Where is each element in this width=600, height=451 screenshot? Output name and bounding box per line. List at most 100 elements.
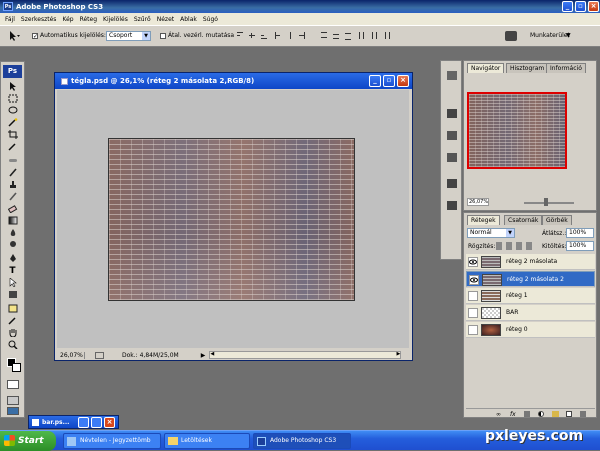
distribute-right-icon[interactable] [382, 31, 390, 40]
tab-curves[interactable]: Görbék [542, 215, 572, 225]
navigator-slider-thumb[interactable] [544, 198, 548, 206]
shape-tool-icon[interactable] [7, 290, 18, 299]
zoom-tool-icon[interactable] [7, 340, 18, 349]
screen-mode-icon[interactable] [7, 396, 19, 405]
pen-tool-icon[interactable] [7, 254, 18, 263]
history-panel-icon[interactable] [447, 153, 457, 162]
quick-mask-icon[interactable] [7, 380, 19, 389]
scroll-right-icon[interactable]: ▶ [396, 351, 400, 357]
distribute-hcenter-icon[interactable] [370, 31, 378, 40]
fill-field[interactable]: 100% [566, 241, 594, 251]
paragraph-panel-icon[interactable] [447, 201, 457, 210]
menu-view[interactable]: Nézet [157, 16, 174, 23]
horizontal-scrollbar[interactable]: ◀ ▶ [209, 351, 402, 359]
eyedropper-sample-tool-icon[interactable] [7, 316, 18, 325]
close-button[interactable]: × [588, 1, 599, 12]
layer-row-selected[interactable]: réteg 2 másolata 2 [466, 271, 595, 287]
document-title-bar[interactable]: tégla.psd @ 26,1% (réteg 2 másolata 2,RG… [55, 73, 412, 89]
navigator-zoom-slider[interactable] [524, 202, 574, 204]
transform-controls-checkbox[interactable] [160, 33, 166, 39]
task-downloads[interactable]: Letöltések [164, 433, 250, 449]
brick-wall-image[interactable] [108, 138, 355, 301]
brush-tool-icon[interactable] [7, 168, 18, 177]
align-top-icon[interactable] [236, 31, 244, 40]
layer-style-icon[interactable]: fx [510, 411, 516, 418]
doc-close-button[interactable]: × [397, 75, 409, 87]
navigator-thumbnail[interactable] [467, 92, 567, 169]
visibility-toggle[interactable] [468, 325, 478, 335]
add-mask-icon[interactable] [524, 411, 530, 417]
visibility-eye-icon[interactable] [468, 257, 478, 267]
mini-restore-button[interactable] [78, 417, 89, 428]
mini-maximize-button[interactable] [91, 417, 102, 428]
align-hcenter-icon[interactable] [286, 31, 294, 40]
scroll-left-icon[interactable]: ◀ [210, 351, 214, 357]
clone-stamp-tool-icon[interactable] [7, 180, 18, 189]
marquee-tool-icon[interactable] [7, 94, 18, 103]
notes-tool-icon[interactable] [7, 304, 18, 313]
start-button[interactable]: Start [0, 431, 56, 451]
tab-layers[interactable]: Rétegek [467, 215, 500, 225]
distribute-vcenter-icon[interactable] [332, 31, 340, 40]
healing-brush-tool-icon[interactable] [7, 156, 18, 165]
type-tool-icon[interactable]: T [7, 266, 18, 276]
align-vcenter-icon[interactable] [248, 31, 256, 40]
move-tool-preset-icon[interactable] [7, 30, 21, 42]
distribute-left-icon[interactable] [358, 31, 366, 40]
doc-maximize-button[interactable]: ▫ [383, 75, 395, 87]
task-photoshop[interactable]: Adobe Photoshop CS3 [253, 433, 351, 449]
maximize-button[interactable]: ▫ [575, 1, 586, 12]
move-tool-icon[interactable] [7, 82, 18, 91]
menu-image[interactable]: Kép [62, 16, 73, 23]
character-panel-icon[interactable] [447, 179, 457, 188]
bridge-icon[interactable] [505, 31, 517, 41]
task-notepad[interactable]: Névtelen - Jegyzettömb [63, 433, 161, 449]
crop-tool-icon[interactable] [7, 130, 18, 139]
opacity-field[interactable]: 100% [566, 228, 594, 238]
menu-edit[interactable]: Szerkesztés [21, 16, 57, 23]
brushes-panel-icon[interactable] [447, 71, 457, 80]
minimize-button[interactable]: _ [562, 1, 573, 12]
layer-row[interactable]: réteg 2 másolata [466, 254, 595, 270]
mini-close-button[interactable]: × [104, 417, 115, 428]
menu-window[interactable]: Ablak [180, 16, 197, 23]
layer-comps-panel-icon[interactable] [447, 131, 457, 140]
align-bottom-icon[interactable] [260, 31, 268, 40]
menu-layer[interactable]: Réteg [80, 16, 97, 23]
tab-info[interactable]: Információ [546, 63, 586, 73]
lasso-tool-icon[interactable] [7, 106, 18, 115]
adjustment-layer-icon[interactable] [538, 411, 544, 417]
menu-filter[interactable]: Szűrő [134, 16, 151, 23]
canvas-area[interactable] [57, 90, 409, 348]
status-menu-arrow-icon[interactable]: ▶ [201, 352, 206, 359]
align-left-icon[interactable] [274, 31, 282, 40]
doc-minimize-button[interactable]: _ [369, 75, 381, 87]
tool-presets-panel-icon[interactable] [447, 109, 457, 118]
path-selection-tool-icon[interactable] [7, 278, 18, 287]
visibility-eye-icon[interactable] [469, 275, 479, 285]
new-layer-icon[interactable] [566, 411, 572, 417]
align-right-icon[interactable] [298, 31, 306, 40]
menu-select[interactable]: Kijelölés [103, 16, 128, 23]
gradient-tool-icon[interactable] [7, 216, 18, 225]
eraser-tool-icon[interactable] [7, 204, 18, 213]
zoom-readout[interactable]: 26,07% [57, 351, 85, 359]
minimized-document-window[interactable]: bar.ps... × [28, 415, 119, 429]
distribute-top-icon[interactable] [320, 31, 328, 40]
lock-buttons[interactable] [496, 242, 532, 250]
layer-row[interactable]: réteg 0 [466, 322, 595, 338]
menu-file[interactable]: Fájl [5, 16, 15, 23]
magic-wand-tool-icon[interactable] [7, 118, 18, 127]
layer-row[interactable]: BAR [466, 305, 595, 321]
chevron-down-icon[interactable]: ▼ [566, 32, 571, 39]
layer-row[interactable]: réteg 1 [466, 288, 595, 304]
new-group-icon[interactable] [552, 411, 559, 417]
tab-channels[interactable]: Csatornák [504, 215, 543, 225]
navigator-zoom-field[interactable]: 26,07% [467, 198, 489, 206]
eyedropper-tool-icon[interactable] [7, 142, 18, 151]
auto-select-dropdown[interactable]: Csoport ▼ [106, 31, 151, 41]
link-layers-icon[interactable]: ∞ [496, 411, 501, 418]
imageready-icon[interactable] [7, 407, 19, 415]
background-color-swatch[interactable] [12, 363, 21, 372]
auto-select-checkbox[interactable]: ✓ [32, 33, 38, 40]
